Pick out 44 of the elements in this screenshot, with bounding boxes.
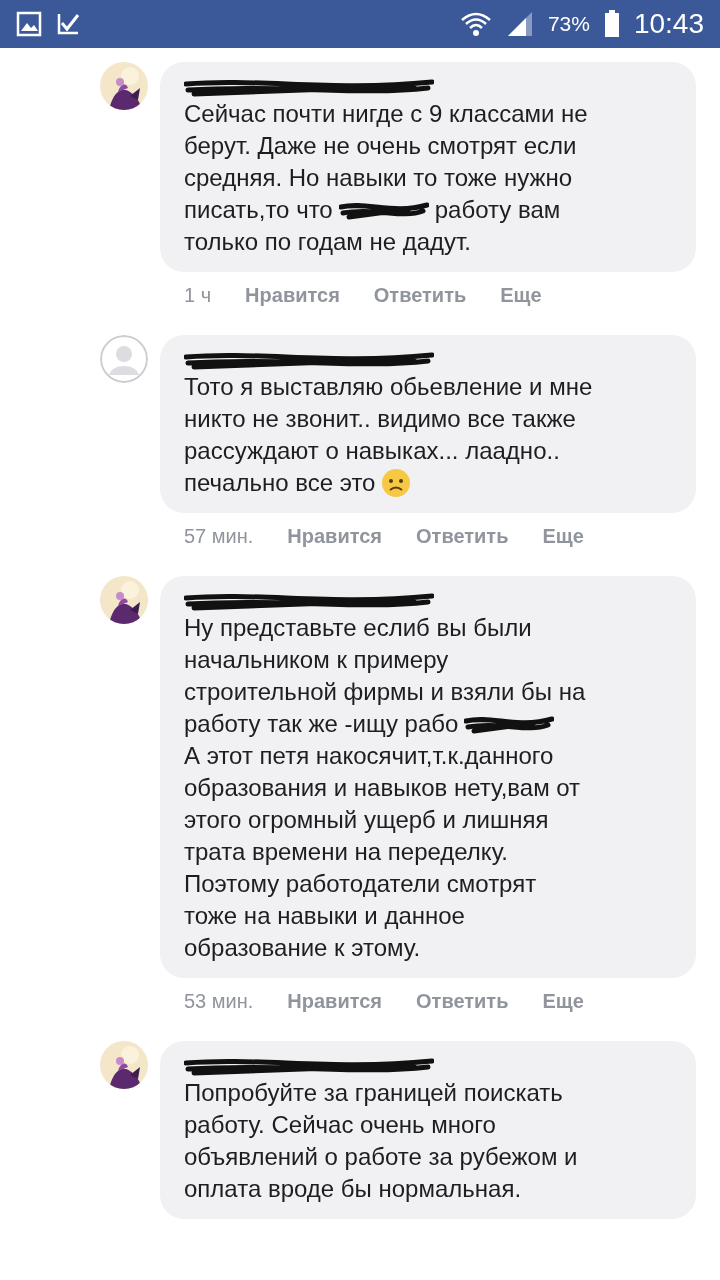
comment-text: работу вам xyxy=(434,195,561,225)
battery-icon xyxy=(603,10,620,38)
comment-text: Сейчас почти нигде с 9 классами не xyxy=(184,99,588,129)
comment-text: оплата вроде бы нормальная. xyxy=(184,1174,522,1204)
comment-action-link[interactable]: Еще xyxy=(500,284,542,307)
comment-action-link[interactable]: Еще xyxy=(542,990,584,1013)
comment-text: трата времени на переделку. xyxy=(184,837,508,867)
comment-time: 57 мин. xyxy=(184,525,254,548)
comment-text: работу так же -ищу рабо xyxy=(184,709,459,739)
comment-action-link[interactable]: Еще xyxy=(542,525,584,548)
comment-text: печально все это xyxy=(184,468,376,498)
comment-text: образование к этому. xyxy=(184,933,421,963)
comment-text: Поэтому работодатели смотрят xyxy=(184,869,537,899)
comment-action-link[interactable]: Нравится xyxy=(287,990,383,1013)
comment-text: объявлений о работе за рубежом и xyxy=(184,1142,578,1172)
comment-text: этого огромный ущерб и лишняя xyxy=(184,805,549,835)
comment-text: начальником к примеру xyxy=(184,645,449,675)
comment-action-link[interactable]: Ответить xyxy=(373,284,467,307)
comment-text: писать,то что xyxy=(184,195,333,225)
comment-text: строительной фирмы и взяли бы на xyxy=(184,677,586,707)
wifi-icon xyxy=(459,10,492,38)
check-icon xyxy=(56,11,82,37)
comment-text: Ну представьте еслиб вы были xyxy=(184,613,532,643)
comment-text: Тото я выставляю обьевление и мне xyxy=(184,372,593,402)
comment-text: тоже на навыки и данное xyxy=(184,901,465,931)
comment-text: Попробуйте за границей поискать xyxy=(184,1078,563,1108)
comment-action-link[interactable]: Ответить xyxy=(416,990,509,1013)
image-icon xyxy=(16,11,42,37)
battery-percent: 73% xyxy=(547,12,590,36)
comment-action-link[interactable]: Нравится xyxy=(245,284,340,307)
comment-text: никто не звонит.. видимо все также xyxy=(184,404,576,434)
comment-time: 53 мин. xyxy=(184,990,254,1013)
comment-text: средняя. Но навыки то тоже нужно xyxy=(184,163,573,193)
comment-time: 1 ч xyxy=(184,284,212,307)
comment-text: А этот петя накосячит,т.к.данного xyxy=(184,741,554,771)
comment-text: рассуждают о навыках... лаадно.. xyxy=(184,436,560,466)
comment-action-link[interactable]: Нравится xyxy=(287,525,383,548)
comment-text: образования и навыков нету,вам от xyxy=(184,773,581,803)
comment-action-link[interactable]: Ответить xyxy=(416,525,509,548)
comment-text: только по годам не дадут. xyxy=(184,227,472,257)
clock-time: 10:43 xyxy=(633,8,704,40)
sad-emoji-icon xyxy=(381,468,412,498)
comment-text: берут. Даже не очень смотрят если xyxy=(184,131,577,161)
comment-text: работу. Сейчас очень много xyxy=(184,1110,496,1140)
